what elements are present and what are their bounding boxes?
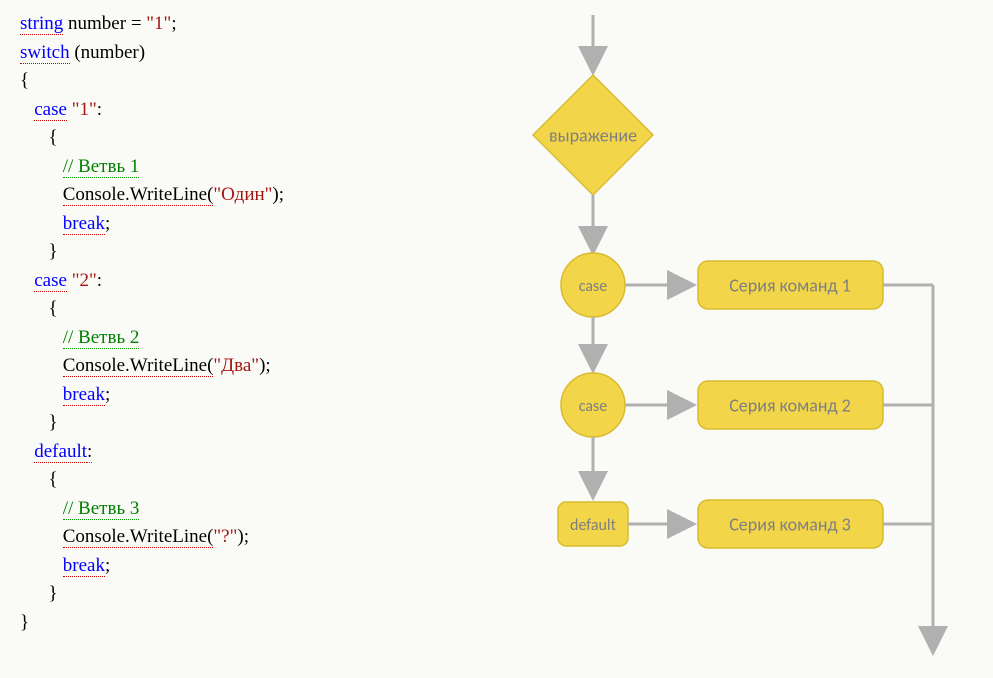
keyword-break: break	[63, 555, 105, 577]
string-literal: "2"	[67, 270, 97, 291]
semicolon: ;	[171, 13, 176, 34]
code-line-brace-inner: {	[20, 124, 443, 153]
box-cmd3: Серия команд 3	[698, 500, 883, 548]
keyword-break: break	[63, 384, 105, 406]
cmd2-label: Серия команд 2	[729, 394, 851, 416]
colon: :	[87, 441, 92, 463]
flowchart: выражение case Серия команд 1 case Серия…	[443, 10, 983, 668]
cmd1-label: Серия команд 1	[729, 274, 851, 296]
brace: {	[49, 298, 58, 319]
string-literal: "Два"	[213, 355, 259, 376]
box-cmd2: Серия команд 2	[698, 381, 883, 429]
close-paren: );	[237, 526, 249, 547]
code-line-call3: Console.WriteLine("?");	[20, 523, 443, 552]
code-block: string number = "1"; switch (number) { c…	[10, 10, 443, 668]
code-line-case2: case "2":	[20, 267, 443, 296]
code-line-2: switch (number)	[20, 39, 443, 68]
flowchart-svg: выражение case Серия команд 1 case Серия…	[443, 10, 983, 670]
brace: {	[49, 469, 58, 490]
brace: }	[20, 612, 29, 633]
comment: // Ветвь 1	[63, 156, 140, 178]
string-literal: "Один"	[213, 184, 272, 205]
code-line-break1: break;	[20, 210, 443, 239]
code-line-call1: Console.WriteLine("Один");	[20, 181, 443, 210]
keyword-string: string	[20, 13, 63, 35]
code-line-brace-close2: }	[20, 409, 443, 438]
code-line-brace-inner2: {	[20, 295, 443, 324]
method-call: Console.WriteLine(	[63, 184, 214, 206]
brace: {	[20, 70, 29, 91]
code-line-call2: Console.WriteLine("Два");	[20, 352, 443, 381]
method-call: Console.WriteLine(	[63, 355, 214, 377]
method-call: Console.WriteLine(	[63, 526, 214, 548]
comment: // Ветвь 2	[63, 327, 140, 349]
expression-label: выражение	[549, 124, 637, 146]
colon: :	[97, 270, 102, 291]
code-text: (number)	[70, 42, 145, 63]
case2-label: case	[579, 397, 608, 416]
default-label: default	[570, 516, 617, 535]
semicolon: ;	[105, 384, 110, 405]
code-line-case1: case "1":	[20, 96, 443, 125]
brace: {	[49, 127, 58, 148]
close-paren: );	[272, 184, 284, 205]
string-literal: "?"	[213, 526, 237, 547]
colon: :	[97, 99, 102, 120]
brace: }	[49, 583, 58, 604]
keyword-break: break	[63, 213, 105, 235]
code-line-brace: {	[20, 67, 443, 96]
cmd3-label: Серия команд 3	[729, 513, 851, 535]
code-line-brace-close3: }	[20, 580, 443, 609]
case1-label: case	[579, 277, 608, 296]
string-literal: "1"	[146, 13, 171, 34]
code-line-break3: break;	[20, 552, 443, 581]
circle-case1: case	[561, 253, 625, 317]
brace: }	[49, 241, 58, 262]
code-line-default: default:	[20, 438, 443, 467]
keyword-case: case	[34, 99, 67, 121]
code-line-comment3: // Ветвь 3	[20, 495, 443, 524]
code-line-comment2: // Ветвь 2	[20, 324, 443, 353]
code-line-break2: break;	[20, 381, 443, 410]
code-line-brace-inner3: {	[20, 466, 443, 495]
keyword-default: default	[34, 441, 87, 463]
code-line-1: string number = "1";	[20, 10, 443, 39]
close-paren: );	[259, 355, 271, 376]
box-default: default	[558, 502, 628, 546]
diamond-expression: выражение	[533, 75, 653, 195]
box-cmd1: Серия команд 1	[698, 261, 883, 309]
semicolon: ;	[105, 213, 110, 234]
semicolon: ;	[105, 555, 110, 576]
string-literal: "1"	[67, 99, 97, 120]
code-text: number =	[63, 13, 146, 34]
circle-case2: case	[561, 373, 625, 437]
comment: // Ветвь 3	[63, 498, 140, 520]
code-line-brace-close: }	[20, 238, 443, 267]
keyword-switch: switch	[20, 42, 70, 64]
code-line-brace-final: }	[20, 609, 443, 638]
keyword-case: case	[34, 270, 67, 292]
code-line-comment1: // Ветвь 1	[20, 153, 443, 182]
brace: }	[49, 412, 58, 433]
